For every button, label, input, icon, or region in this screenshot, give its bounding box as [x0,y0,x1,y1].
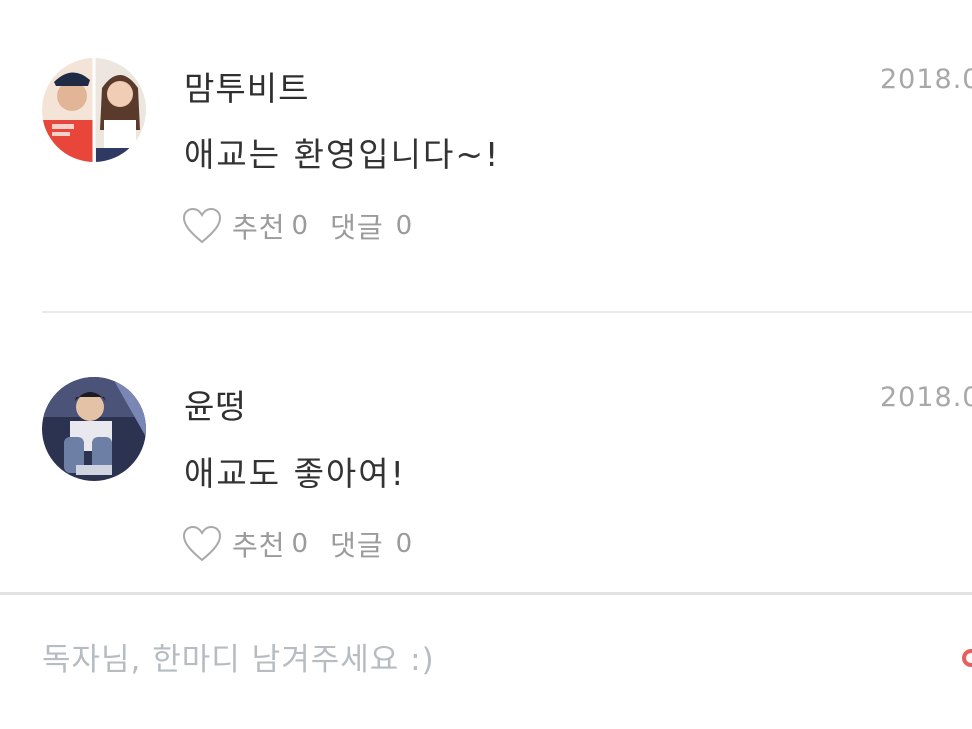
comment-date: 2018.0 [880,382,972,413]
comment-actions: 추천 0 댓글 0 [182,524,412,564]
reply-count: 0 [395,529,413,559]
submit-icon [962,649,972,667]
avatar-image [42,377,146,481]
like-count: 0 [291,529,309,559]
comment-author[interactable]: 맘투비트 [184,62,309,110]
comment-author[interactable]: 윤떵 [184,380,247,428]
reply-label: 댓글 [330,529,384,562]
reply-button[interactable]: 댓글 0 [330,524,412,564]
comment-divider [42,311,972,313]
like-label: 추천 [232,529,286,562]
like-button[interactable]: 추천 0 [182,524,308,564]
heart-outline-icon [182,207,222,245]
avatar[interactable] [42,377,146,481]
avatar-image [42,58,146,162]
comment-item: 윤떵 2018.0 애교도 좋아여! 추천 0 댓글 0 [0,314,972,592]
comment-actions: 추천 0 댓글 0 [182,206,412,246]
comment-input-bar [0,595,972,729]
comment-date: 2018.0 [880,64,972,95]
heart-outline-icon [182,525,222,563]
submit-button[interactable] [962,647,972,669]
reply-count: 0 [395,211,413,241]
like-count: 0 [291,211,309,241]
comment-text: 애교도 좋아여! [184,454,406,493]
avatar[interactable] [42,58,146,162]
comment-screen: 맘투비트 2018.0 애교는 환영입니다~! 추천 0 댓글 0 윤떵 201… [0,0,972,729]
comment-item: 맘투비트 2018.0 애교는 환영입니다~! 추천 0 댓글 0 [0,0,972,312]
reply-button[interactable]: 댓글 0 [330,206,412,246]
like-button[interactable]: 추천 0 [182,206,308,246]
like-label: 추천 [232,211,286,244]
comment-input[interactable] [42,635,922,685]
comment-text: 애교는 환영입니다~! [184,135,501,174]
reply-label: 댓글 [330,211,384,244]
